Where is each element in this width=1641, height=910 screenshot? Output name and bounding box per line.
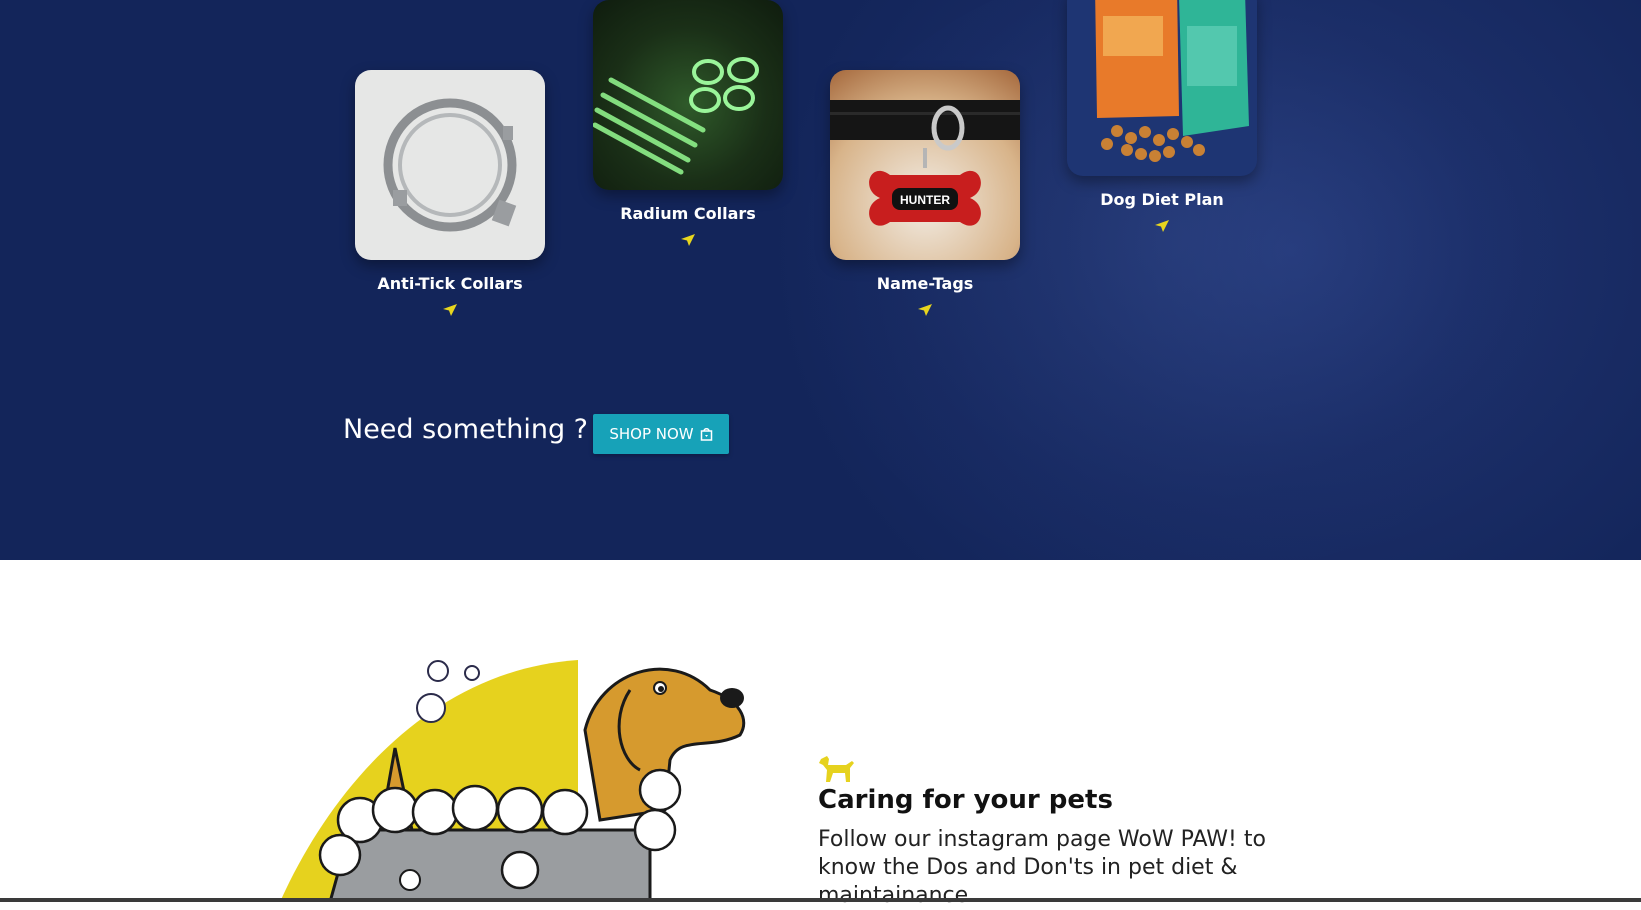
send-arrow-icon[interactable] bbox=[680, 233, 696, 247]
product-card-diet-plan[interactable]: Dog Diet Plan bbox=[1067, 0, 1257, 233]
name-tag-image: HUNTER bbox=[830, 70, 1020, 260]
anti-tick-collar-image bbox=[355, 70, 545, 260]
glow-collars-image bbox=[593, 0, 783, 190]
tag-text: HUNTER bbox=[900, 193, 950, 207]
product-label: Anti-Tick Collars bbox=[377, 274, 523, 293]
shopping-bag-icon bbox=[700, 428, 712, 441]
product-card-radium[interactable]: Radium Collars bbox=[593, 0, 783, 247]
need-something-text: Need something ? bbox=[343, 414, 589, 445]
product-card-anti-tick[interactable]: Anti-Tick Collars bbox=[355, 70, 545, 317]
bottom-edge-bar bbox=[0, 898, 1641, 902]
caring-title: Caring for your pets bbox=[818, 785, 1113, 815]
send-arrow-icon[interactable] bbox=[1154, 219, 1170, 233]
send-arrow-icon[interactable] bbox=[442, 303, 458, 317]
shop-now-button[interactable]: SHOP NOW bbox=[593, 414, 729, 454]
product-label: Name-Tags bbox=[876, 274, 974, 293]
dog-silhouette-icon bbox=[819, 756, 854, 782]
dog-bath-illustration bbox=[280, 660, 746, 902]
product-label: Dog Diet Plan bbox=[1100, 190, 1224, 209]
product-label: Radium Collars bbox=[620, 204, 756, 223]
dog-food-bags-image bbox=[1067, 0, 1257, 176]
product-card-name-tags[interactable]: HUNTER Name-Tags bbox=[830, 70, 1020, 317]
shop-now-label: SHOP NOW bbox=[609, 425, 694, 443]
products-hero-section: Anti-Tick Collars Radium Collars HUNTER … bbox=[0, 0, 1641, 560]
send-arrow-icon[interactable] bbox=[917, 303, 933, 317]
